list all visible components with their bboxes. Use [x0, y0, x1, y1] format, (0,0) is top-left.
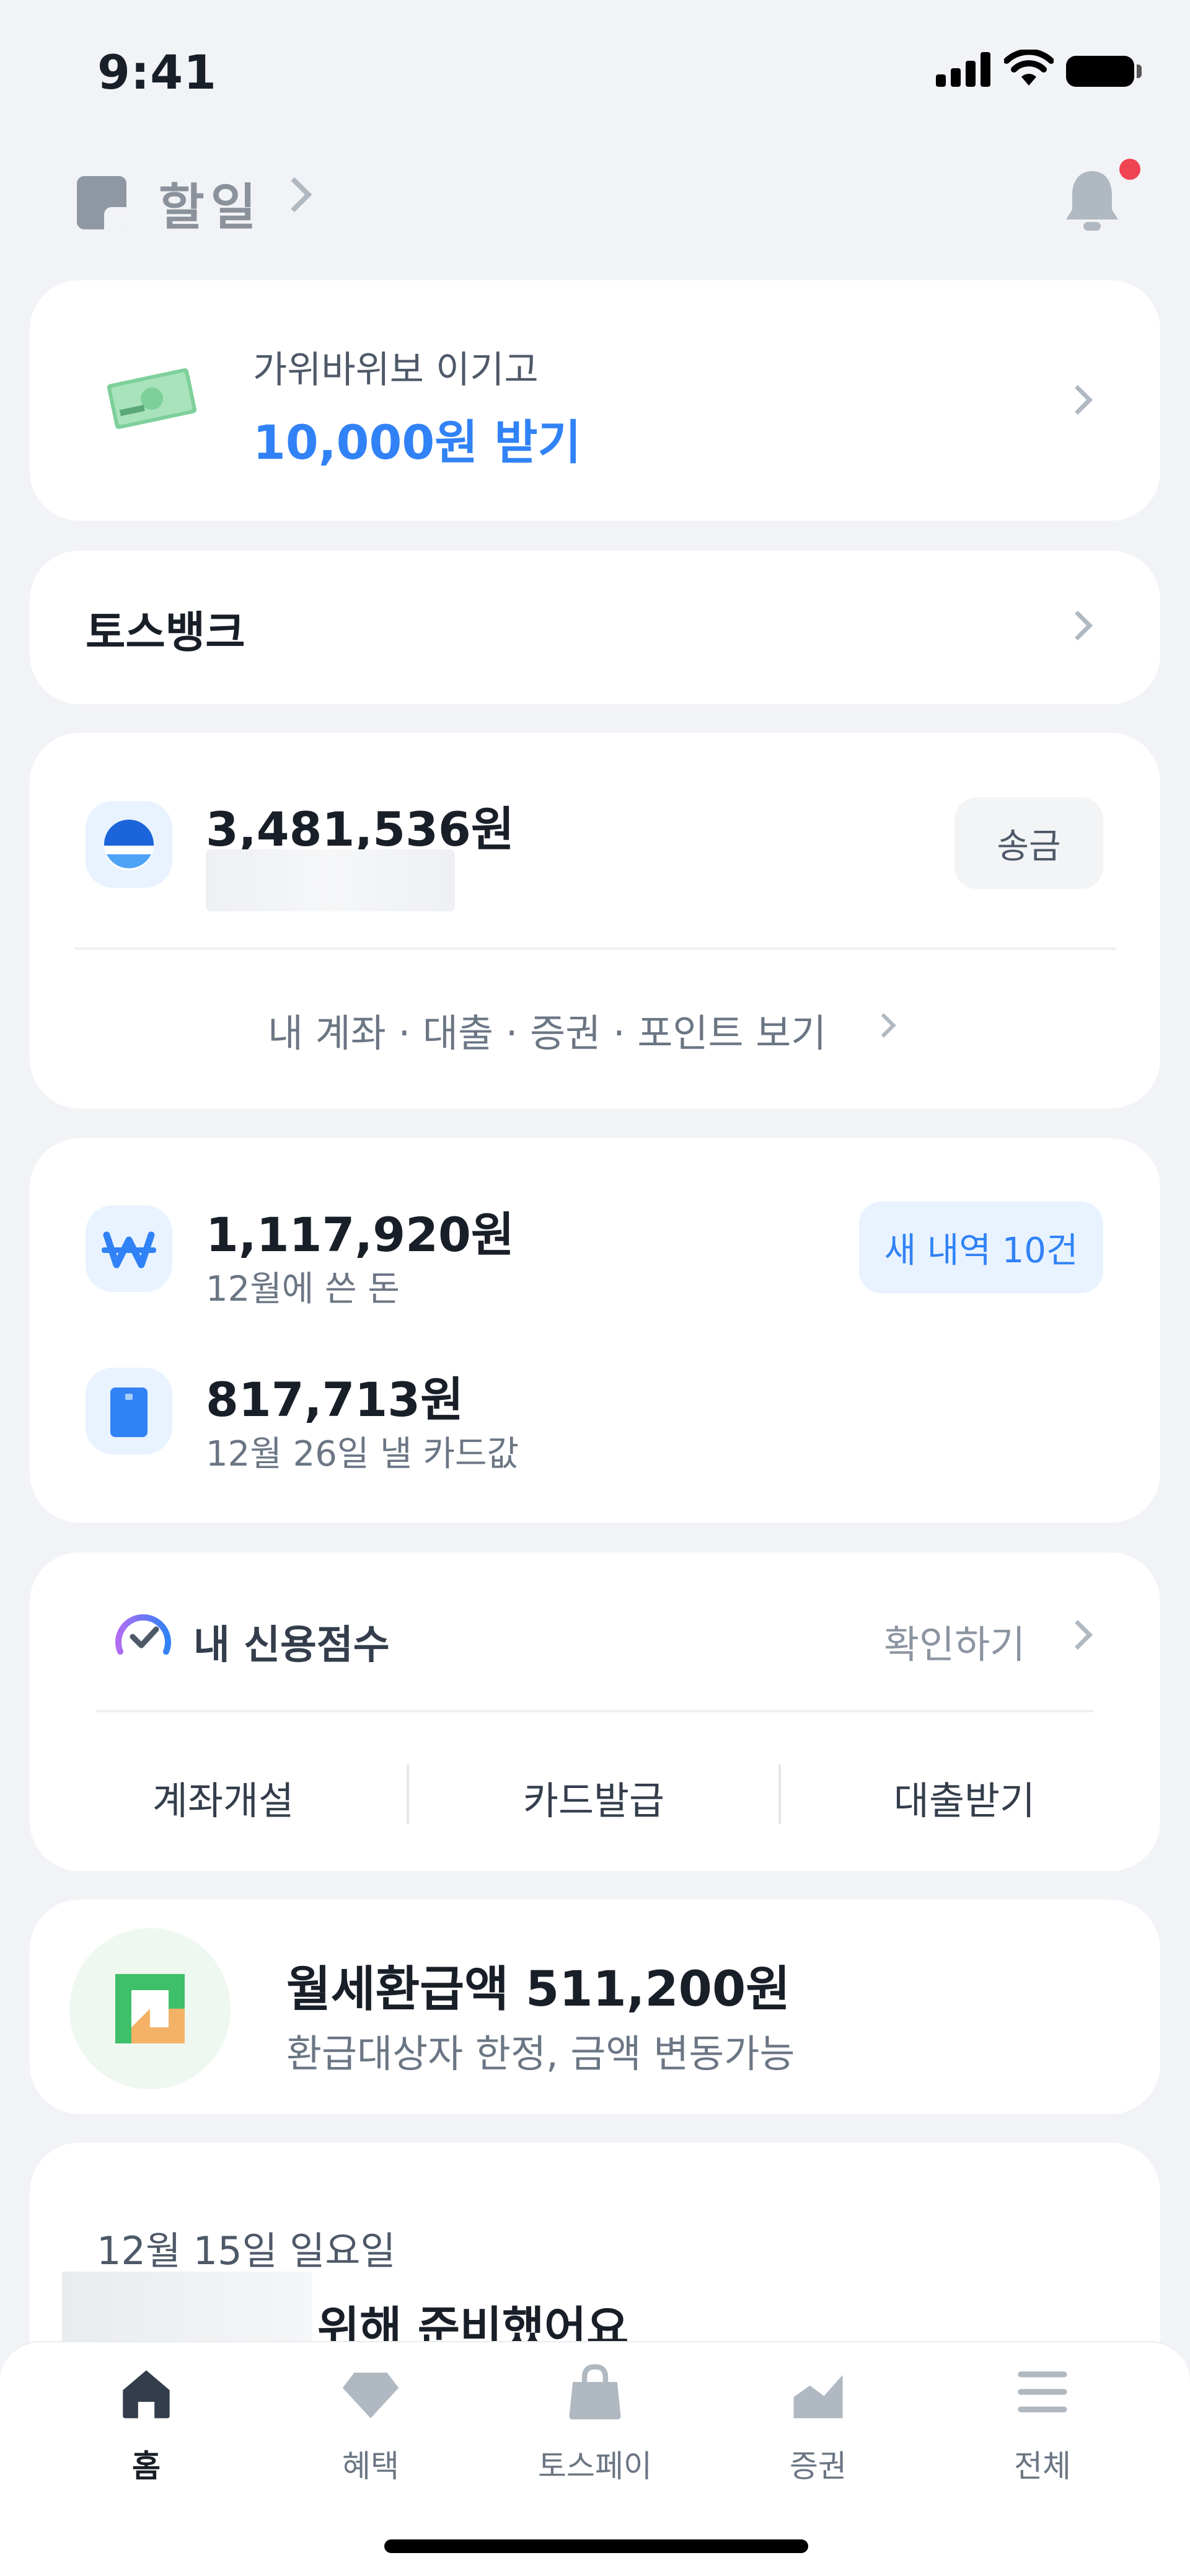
promo-subtitle: 가위바위보 이기고 — [253, 348, 539, 392]
tab-label: 혜택 — [342, 2448, 399, 2484]
house-doc-icon — [115, 1974, 185, 2043]
chevron-right-icon[interactable] — [276, 177, 312, 213]
tab-label: 홈 — [132, 2448, 161, 2484]
card-payment-subtitle: 12월 26일 낼 카드값 — [206, 1434, 519, 1474]
chart-icon — [793, 2375, 843, 2419]
divider — [97, 1710, 1093, 1712]
won-icon — [86, 1205, 172, 1292]
wifi-icon — [1004, 50, 1054, 86]
promo-title[interactable]: 10,000원 받기 — [253, 404, 581, 472]
status-time: 9:41 — [97, 45, 218, 100]
account-name-redacted — [206, 849, 455, 911]
separator — [778, 1764, 781, 1824]
tab-label: 증권 — [790, 2448, 847, 2484]
battery-tip-icon — [1137, 64, 1142, 78]
credit-score-label[interactable]: 내 신용점수 — [193, 1613, 390, 1670]
new-transactions-button[interactable]: 새 내역 10건 — [859, 1202, 1103, 1293]
diamond-icon — [342, 2372, 399, 2419]
money-bill-icon — [107, 368, 197, 430]
spending-amount[interactable]: 1,117,920원 — [206, 1197, 514, 1265]
battery-icon — [1066, 56, 1134, 87]
tab-all[interactable]: 전체 — [968, 2362, 1117, 2486]
tab-label: 토스페이 — [538, 2448, 652, 2484]
bell-icon[interactable] — [1061, 166, 1123, 234]
shopping-bag-icon — [569, 2364, 621, 2420]
open-account-button[interactable]: 계좌개설 — [81, 1769, 366, 1825]
account-links[interactable]: 내 계좌 · 대출 · 증권 · 포인트 보기 — [268, 1002, 826, 1058]
rent-refund-title[interactable]: 월세환급액 511,200원 — [286, 1950, 790, 2020]
home-icon — [123, 2370, 170, 2419]
rent-icon-bg — [69, 1928, 231, 2089]
notification-badge — [1119, 159, 1140, 180]
card-payment-amount[interactable]: 817,713원 — [206, 1361, 464, 1430]
send-button[interactable]: 송금 — [954, 797, 1103, 889]
bank-logo-icon — [86, 801, 172, 888]
rent-refund-subtitle: 환급대상자 한정, 금액 변동가능 — [286, 2031, 795, 2076]
spending-subtitle: 12월에 쓴 돈 — [206, 1269, 400, 1309]
card-icon — [86, 1368, 172, 1454]
promo-card[interactable] — [30, 280, 1160, 521]
tab-label: 전체 — [1014, 2448, 1071, 2484]
credit-gauge-icon — [115, 1614, 171, 1655]
todo-label[interactable]: 할일 — [159, 167, 262, 239]
spending-card — [30, 1138, 1160, 1523]
card-issue-button[interactable]: 카드발급 — [451, 1769, 736, 1825]
menu-icon — [1018, 2371, 1067, 2413]
tab-stocks[interactable]: 증권 — [744, 2362, 892, 2486]
separator — [407, 1764, 409, 1824]
bank-title[interactable]: 토스뱅크 — [86, 598, 245, 660]
divider — [74, 947, 1116, 950]
loan-button[interactable]: 대출받기 — [822, 1769, 1107, 1825]
tab-benefits[interactable]: 혜택 — [296, 2362, 445, 2486]
credit-check-link[interactable]: 확인하기 — [884, 1613, 1025, 1669]
tab-tosspay[interactable]: 토스페이 — [521, 2362, 669, 2486]
feed-date: 12월 15일 일요일 — [97, 2228, 396, 2273]
tab-home[interactable]: 홈 — [72, 2362, 221, 2486]
home-indicator — [384, 2539, 808, 2553]
signal-icon — [936, 52, 993, 87]
sticky-note-icon[interactable] — [77, 176, 126, 229]
